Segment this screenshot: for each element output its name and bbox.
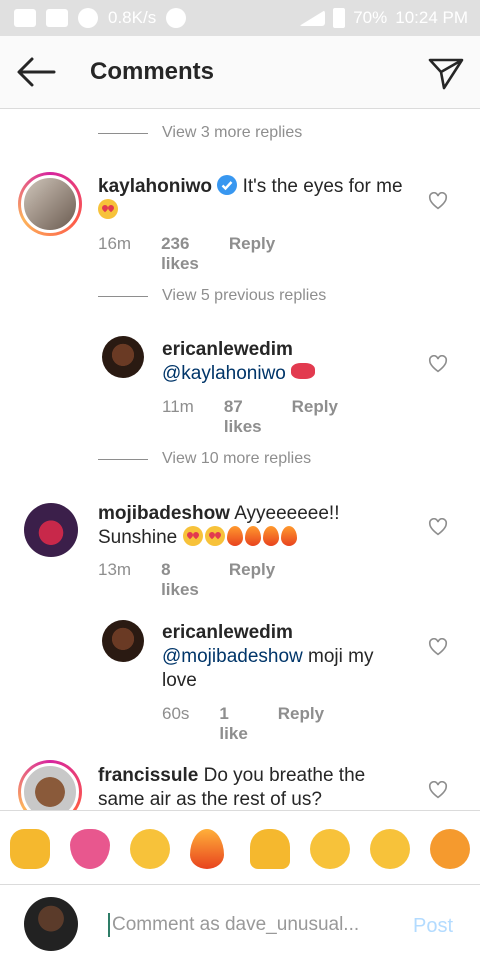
- whatsapp-icon: [78, 8, 98, 28]
- likes-count[interactable]: 236 likes: [161, 234, 199, 274]
- heart-eyes-emoji-icon: [204, 526, 225, 546]
- alarm-icon: [166, 8, 187, 28]
- avatar[interactable]: [18, 760, 82, 810]
- avatar[interactable]: [24, 503, 78, 557]
- mention-link[interactable]: @kaylahoniwo: [162, 363, 286, 384]
- kiss-mark-emoji-icon: [291, 363, 316, 379]
- timestamp: 13m: [98, 560, 132, 579]
- comments-feed[interactable]: View 3 more replies kaylahoniwo It's the…: [0, 108, 480, 810]
- comment-body: Sunshine: [98, 527, 178, 548]
- comment-text: francissule Do you breathe the same air …: [98, 764, 398, 810]
- view-previous-replies[interactable]: View 5 previous replies: [98, 287, 326, 305]
- comment-text: mojibadeshow Ayyeeeeee!! Sunshine: [98, 502, 408, 550]
- comment-body: Ayyeeeeee!!: [234, 503, 340, 524]
- page-title: Comments: [90, 58, 215, 85]
- likes-count[interactable]: 8 likes: [161, 560, 199, 600]
- divider-line: [98, 458, 148, 460]
- back-arrow-icon[interactable]: [14, 54, 58, 90]
- timestamp: 60s: [162, 704, 190, 723]
- reply-button[interactable]: Reply: [229, 234, 275, 274]
- header-bar: Comments: [0, 36, 480, 109]
- sparkling-heart-emoji-icon[interactable]: [70, 829, 110, 869]
- reply-button[interactable]: Reply: [229, 560, 275, 600]
- username[interactable]: kaylahoniwo: [98, 176, 212, 197]
- timestamp: 16m: [98, 234, 132, 253]
- likes-count[interactable]: 87 likes: [224, 397, 262, 437]
- heart-eyes-emoji-icon: [182, 526, 203, 546]
- comment-meta: 11m 87 likes Reply: [162, 397, 368, 437]
- status-bar: 0.8K/s 70% 10:24 PM: [0, 0, 480, 36]
- battery-percent: 70%: [353, 8, 388, 27]
- heart-eyes-emoji-icon: [98, 199, 118, 219]
- fire-emoji-icon: [244, 526, 261, 546]
- mention-link[interactable]: @mojibadeshow: [162, 646, 303, 667]
- comment-text: ericanlewedim @mojibadeshow moji my love: [162, 621, 412, 693]
- username[interactable]: ericanlewedim: [162, 622, 293, 643]
- comment-text: kaylahoniwo It's the eyes for me: [98, 175, 408, 223]
- beaming-face-emoji-icon[interactable]: [370, 829, 410, 869]
- direct-send-icon[interactable]: [426, 52, 466, 92]
- network-speed: 0.8K/s: [108, 8, 157, 27]
- avatar[interactable]: [102, 620, 144, 662]
- grinning-squinting-face-emoji-icon[interactable]: [130, 829, 170, 869]
- notification-icon: [14, 9, 36, 27]
- view-more-replies[interactable]: View 3 more replies: [98, 124, 302, 142]
- reply-button[interactable]: Reply: [278, 704, 324, 744]
- avatar[interactable]: [18, 172, 82, 236]
- divider-line: [98, 132, 148, 134]
- app-n-icon: [46, 9, 68, 27]
- view-more-label: View 10 more replies: [162, 450, 312, 467]
- clock: 10:24 PM: [395, 8, 468, 27]
- verified-badge-icon: [217, 175, 238, 195]
- reply-button[interactable]: Reply: [292, 397, 338, 437]
- like-heart-icon[interactable]: [428, 781, 448, 799]
- comment-input[interactable]: [110, 909, 394, 941]
- post-button[interactable]: Post: [413, 915, 453, 938]
- like-heart-icon[interactable]: [428, 518, 448, 536]
- battery-icon: [333, 8, 346, 28]
- divider-line: [98, 295, 148, 297]
- timestamp: 11m: [162, 397, 194, 416]
- avatar[interactable]: [102, 336, 144, 378]
- view-more-label: View 3 more replies: [162, 124, 303, 141]
- fire-emoji-icon[interactable]: [190, 829, 224, 869]
- fire-emoji-icon: [226, 526, 243, 546]
- comment-body: It's the eyes for me: [242, 176, 403, 197]
- emoji-quick-bar: [0, 810, 480, 885]
- comment-composer: Post: [0, 884, 480, 961]
- like-heart-icon[interactable]: [428, 192, 448, 210]
- signal-icon: [299, 10, 326, 26]
- username[interactable]: mojibadeshow: [98, 503, 230, 524]
- comment-meta: 13m 8 likes Reply: [98, 560, 305, 600]
- fire-emoji-icon: [280, 526, 297, 546]
- clapping-hands-emoji-icon[interactable]: [10, 829, 50, 869]
- like-heart-icon[interactable]: [428, 638, 448, 656]
- weary-face-emoji-icon[interactable]: [430, 829, 470, 869]
- folded-hands-emoji-icon[interactable]: [250, 829, 290, 869]
- face-blowing-kiss-emoji-icon[interactable]: [310, 829, 350, 869]
- comment-meta: 16m 236 likes Reply: [98, 234, 305, 274]
- view-more-label: View 5 previous replies: [162, 287, 327, 304]
- fire-emoji-icon: [262, 526, 279, 546]
- my-avatar: [24, 897, 78, 951]
- comment-text: ericanlewedim @kaylahoniwo: [162, 338, 412, 386]
- likes-count[interactable]: 1 like: [219, 704, 247, 744]
- view-more-replies[interactable]: View 10 more replies: [98, 450, 311, 468]
- like-heart-icon[interactable]: [428, 355, 448, 373]
- comment-meta: 60s 1 like Reply: [162, 704, 354, 744]
- username[interactable]: francissule: [98, 765, 198, 786]
- username[interactable]: ericanlewedim: [162, 339, 293, 360]
